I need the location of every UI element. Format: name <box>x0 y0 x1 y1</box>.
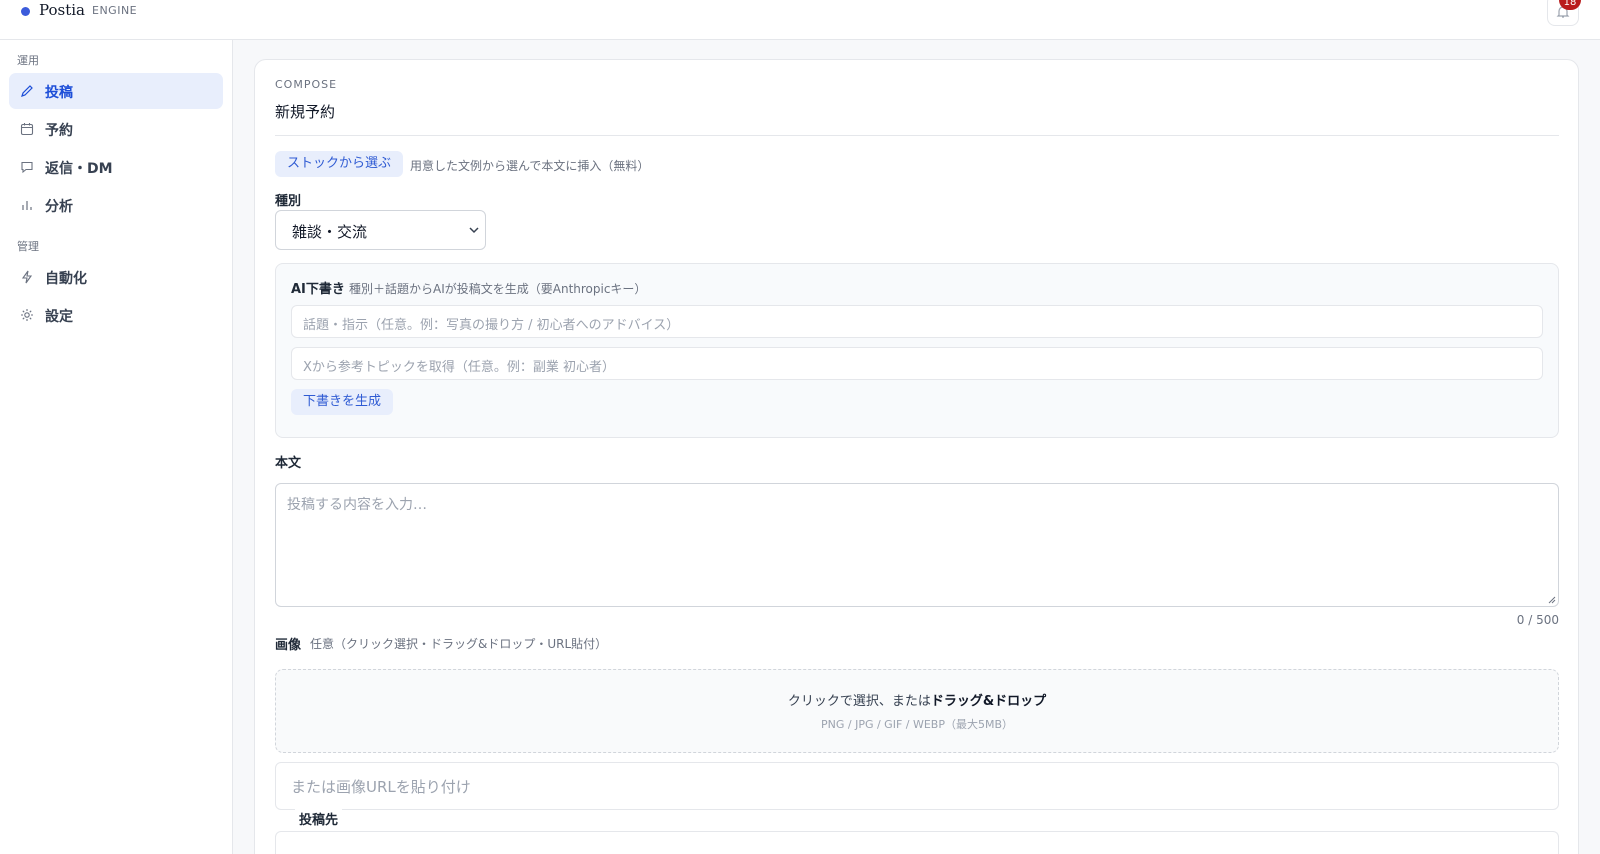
body-placeholder: 投稿する内容を入力… <box>287 497 427 513</box>
destination-fieldset <box>275 831 1559 854</box>
gear-icon <box>21 309 33 321</box>
stock-hint: 用意した文例から選んで本文に挿入（無料） <box>410 159 650 173</box>
dropzone-bold-text: ドラッグ&ドロップ <box>930 694 1047 709</box>
resize-handle-icon[interactable] <box>1546 594 1556 604</box>
body-textarea[interactable]: 投稿する内容を入力… <box>275 483 1559 607</box>
top-bar: Postia ENGINE 18 <box>0 0 1600 40</box>
sidebar-item-replies[interactable]: 返信・DM <box>9 149 223 185</box>
sidebar-section-ops: 運用 <box>17 54 39 67</box>
sidebar-item-automation[interactable]: 自動化 <box>9 259 223 295</box>
sidebar-item-label: 予約 <box>45 123 73 139</box>
sidebar-item-post[interactable]: 投稿 <box>9 73 223 109</box>
ai-draft-panel: AI下書き 種別＋話題からAIが投稿文を生成（要Anthropicキー） 話題・… <box>275 263 1559 438</box>
chat-icon <box>21 161 33 174</box>
topic-input-placeholder: 話題・指示（任意。例：写真の撮り方 / 初心者へのアドバイス） <box>303 318 680 333</box>
divider <box>275 135 1559 136</box>
sidebar-item-label: 返信・DM <box>45 161 113 177</box>
type-select-value: 雑談・交流 <box>292 223 368 241</box>
pencil-icon <box>21 85 33 97</box>
ai-draft-hint: 種別＋話題からAIが投稿文を生成（要Anthropicキー） <box>349 282 647 296</box>
bar-chart-icon <box>22 201 32 210</box>
sidebar-item-schedule[interactable]: 予約 <box>9 111 223 147</box>
topic-input[interactable]: 話題・指示（任意。例：写真の撮り方 / 初心者へのアドバイス） <box>291 305 1543 338</box>
chevron-down-icon <box>469 227 479 234</box>
sidebar-item-analytics[interactable]: 分析 <box>9 187 223 223</box>
sidebar-item-label: 投稿 <box>45 85 73 101</box>
dropzone-formats: PNG / JPG / GIF / WEBP（最大5MB） <box>820 718 1014 731</box>
compose-eyebrow: COMPOSE <box>275 78 338 91</box>
image-url-placeholder: または画像URLを貼り付け <box>291 778 471 796</box>
brand-subtitle: ENGINE <box>92 4 138 17</box>
x-topic-input[interactable]: Xから参考トピックを取得（任意。例：副業 初心者） <box>291 347 1543 380</box>
sidebar-item-label: 分析 <box>45 199 73 215</box>
image-hint: 任意（クリック選択・ドラッグ&ドロップ・URL貼付） <box>310 637 608 651</box>
sidebar-item-settings[interactable]: 設定 <box>9 297 223 333</box>
destination-label: 投稿先 <box>295 809 343 828</box>
bolt-icon <box>21 270 33 284</box>
compose-card: COMPOSE 新規予約 ストックから選ぶ 用意した文例から選んで本文に挿入（無… <box>254 59 1579 854</box>
type-select[interactable]: 雑談・交流 <box>275 210 486 250</box>
generate-draft-button[interactable]: 下書きを生成 <box>291 389 394 415</box>
x-topic-input-placeholder: Xから参考トピックを取得（任意。例：副業 初心者） <box>303 360 616 375</box>
brand-dot-icon <box>21 7 30 16</box>
stock-select-button[interactable]: ストックから選ぶ <box>275 151 404 177</box>
char-counter: 0 / 500 <box>1516 613 1559 627</box>
image-dropzone[interactable]: クリックで選択、またはドラッグ&ドロップ PNG / JPG / GIF / W… <box>275 669 1559 753</box>
image-url-input[interactable]: または画像URLを貼り付け <box>275 762 1559 810</box>
sidebar-section-admin: 管理 <box>17 240 39 253</box>
page-title: 新規予約 <box>275 103 336 121</box>
body-label: 本文 <box>275 456 302 471</box>
sidebar-item-label: 自動化 <box>45 271 87 287</box>
type-label: 種別 <box>275 194 302 209</box>
calendar-icon <box>20 123 34 136</box>
ai-draft-title: AI下書き <box>291 282 345 297</box>
dropzone-text: クリックで選択、またはドラッグ&ドロップ <box>787 694 1047 709</box>
sidebar-item-label: 設定 <box>45 309 73 325</box>
image-label: 画像 <box>275 638 302 653</box>
brand-name: Postia <box>39 1 85 19</box>
sidebar: 運用 投稿 予約 返信・DM 分析 管理 自動化 設定 <box>0 40 233 854</box>
